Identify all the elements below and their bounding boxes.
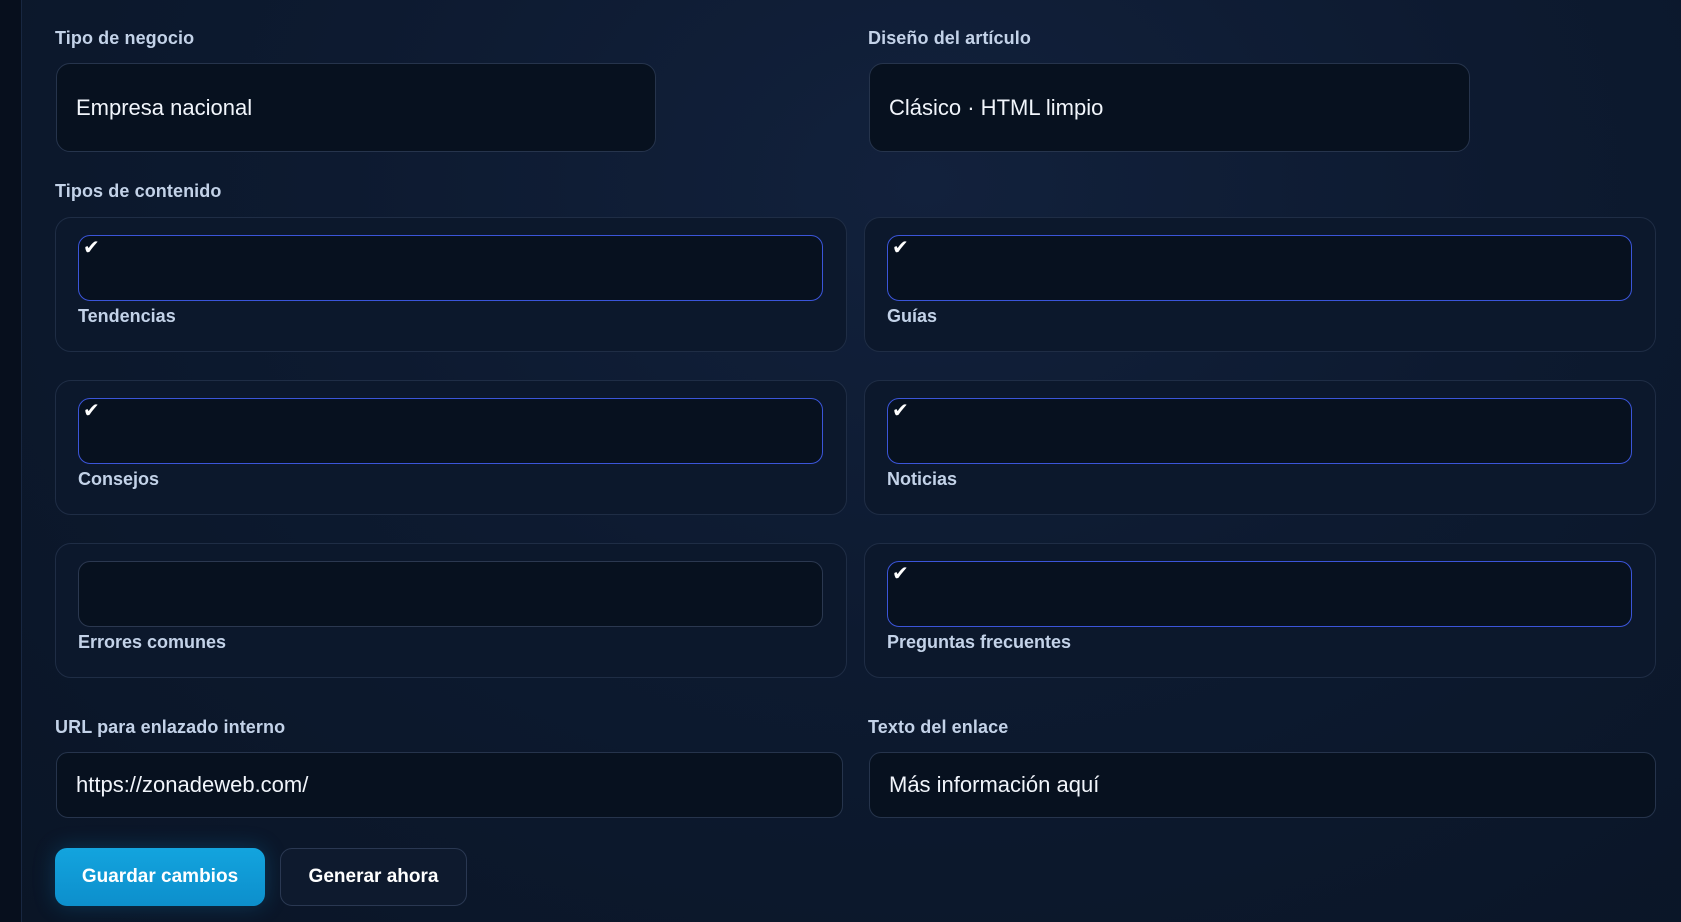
check-icon: ✔ [83,237,100,259]
checkbox-errores-comunes[interactable] [78,561,823,627]
article-design-select[interactable]: Clásico · HTML limpio [869,63,1470,152]
sidebar-edge [0,0,22,922]
check-icon: ✔ [892,563,909,585]
link-text-label: Texto del enlace [868,717,1009,737]
check-icon: ✔ [892,400,909,422]
article-design-label: Diseño del artículo [868,28,1031,48]
article-design-value: Clásico · HTML limpio [889,94,1104,120]
business-type-label: Tipo de negocio [55,28,195,48]
check-icon: ✔ [83,400,100,422]
content-type-label: Guías [887,306,938,326]
check-icon: ✔ [892,237,909,259]
content-type-card-preguntas-frecuentes: ✔ Preguntas frecuentes [864,543,1656,678]
content-type-label: Consejos [78,469,160,489]
checkbox-noticias[interactable]: ✔ [887,398,1632,464]
content-type-card-errores-comunes: Errores comunes [55,543,847,678]
internal-link-label: URL para enlazado interno [55,717,286,737]
checkbox-consejos[interactable]: ✔ [78,398,823,464]
generate-button[interactable]: Generar ahora [280,848,467,906]
content-type-card-guias: ✔ Guías [864,217,1656,352]
checkbox-preguntas-frecuentes[interactable]: ✔ [887,561,1632,627]
business-type-value: Empresa nacional [76,94,253,120]
internal-link-input[interactable] [56,752,843,818]
content-type-card-noticias: ✔ Noticias [864,380,1656,515]
business-type-select[interactable]: Empresa nacional [56,63,656,152]
content-type-label: Tendencias [78,306,176,326]
save-button[interactable]: Guardar cambios [55,848,265,906]
checkbox-tendencias[interactable]: ✔ [78,235,823,301]
link-text-input[interactable] [869,752,1656,818]
content-type-label: Noticias [887,469,958,489]
content-type-card-tendencias: ✔ Tendencias [55,217,847,352]
content-type-card-consejos: ✔ Consejos [55,380,847,515]
content-type-label: Errores comunes [78,632,227,652]
content-type-label: Preguntas frecuentes [887,632,1072,652]
content-types-label: Tipos de contenido [55,181,222,201]
checkbox-guias[interactable]: ✔ [887,235,1632,301]
